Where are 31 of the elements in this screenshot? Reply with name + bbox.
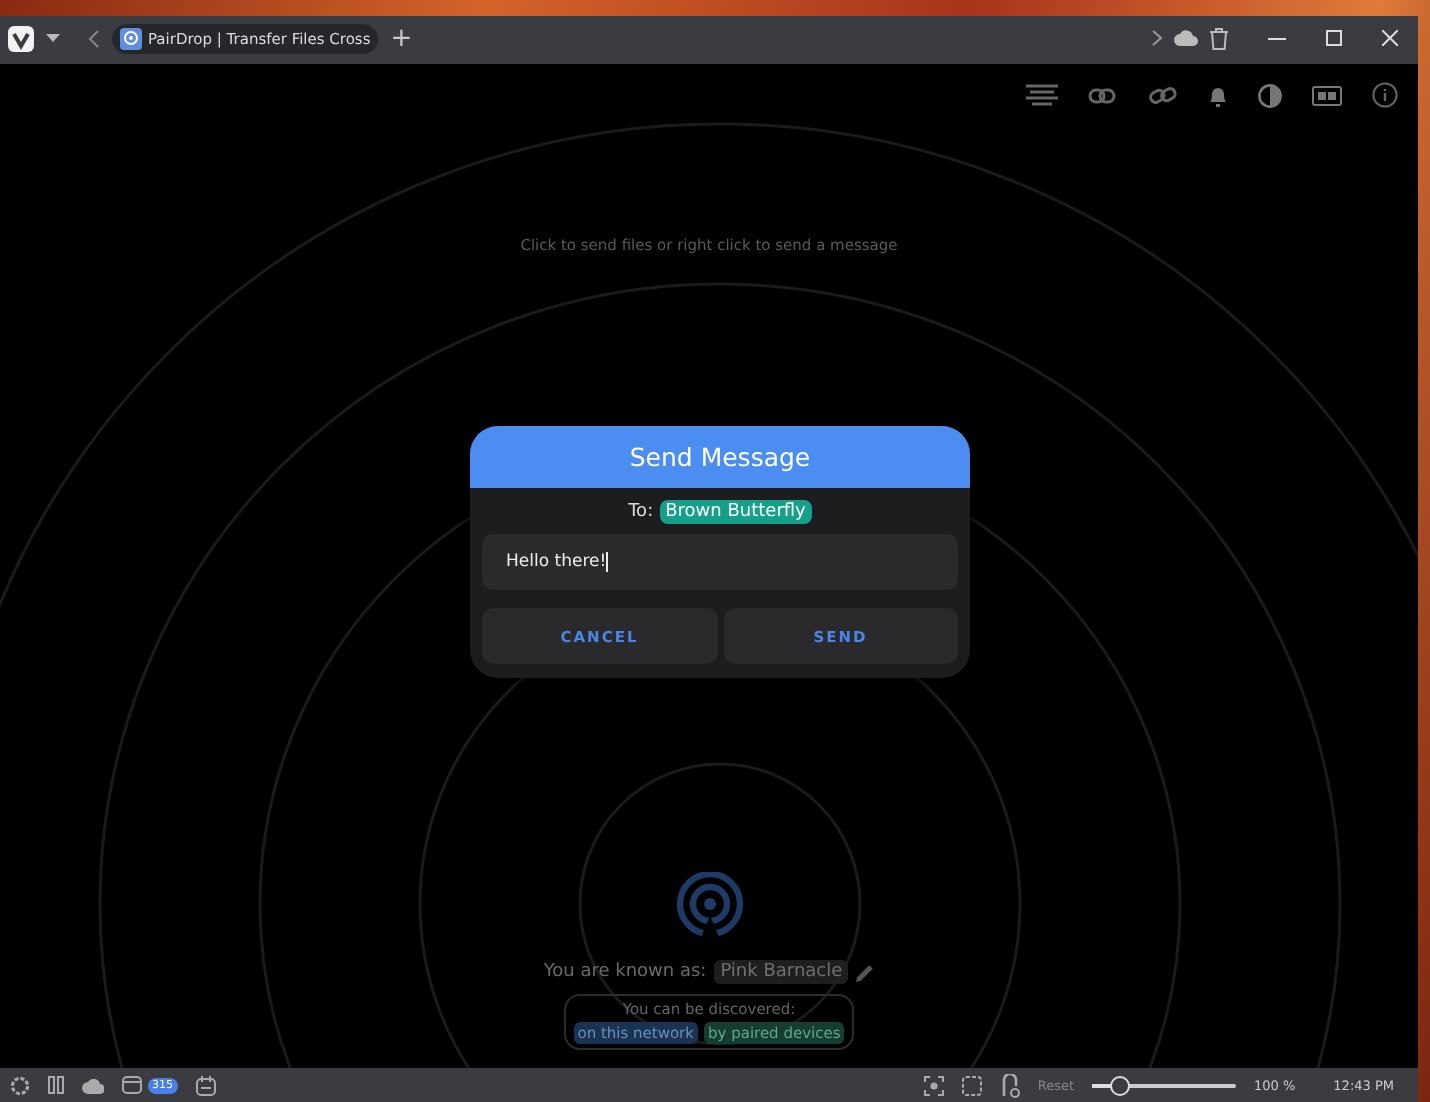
- pencil-icon[interactable]: [856, 963, 875, 981]
- new-tab-button[interactable]: +: [390, 25, 413, 51]
- mail-icon[interactable]: [122, 1076, 142, 1094]
- browser-logo-icon[interactable]: [8, 25, 34, 51]
- tiling-icon[interactable]: [961, 1075, 982, 1095]
- known-as-label: You are known as:: [543, 962, 707, 982]
- info-icon[interactable]: [1372, 82, 1398, 108]
- theme-contrast-icon[interactable]: [1258, 83, 1282, 107]
- slider-thumb[interactable]: [1110, 1075, 1131, 1095]
- close-icon[interactable]: [1382, 30, 1398, 46]
- recipient-badge: Brown Butterfly: [659, 500, 812, 524]
- calendar-icon[interactable]: [195, 1075, 215, 1095]
- message-field[interactable]: Hello there!: [482, 534, 958, 590]
- trash-icon[interactable]: [1210, 27, 1228, 49]
- bell-icon[interactable]: [1208, 83, 1228, 107]
- back-icon[interactable]: [88, 29, 100, 47]
- favicon-icon: [120, 27, 142, 49]
- caret-icon[interactable]: [46, 34, 60, 42]
- capture-icon[interactable]: [923, 1075, 944, 1095]
- minimize-icon[interactable]: [1268, 37, 1286, 39]
- cloud-icon[interactable]: [82, 1077, 104, 1093]
- panel-icon[interactable]: [48, 1076, 64, 1094]
- chevron-right-icon[interactable]: [1152, 30, 1162, 46]
- link-icon[interactable]: [1148, 83, 1178, 107]
- device-name-badge: Pink Barnacle: [714, 960, 849, 984]
- maximize-icon[interactable]: [1326, 30, 1342, 46]
- dialog-title: Send Message: [470, 426, 970, 488]
- broadcast-icon: [673, 872, 745, 944]
- language-icon[interactable]: [1312, 85, 1342, 105]
- cloud-icon[interactable]: [1174, 30, 1198, 46]
- to-label: To:: [628, 502, 654, 522]
